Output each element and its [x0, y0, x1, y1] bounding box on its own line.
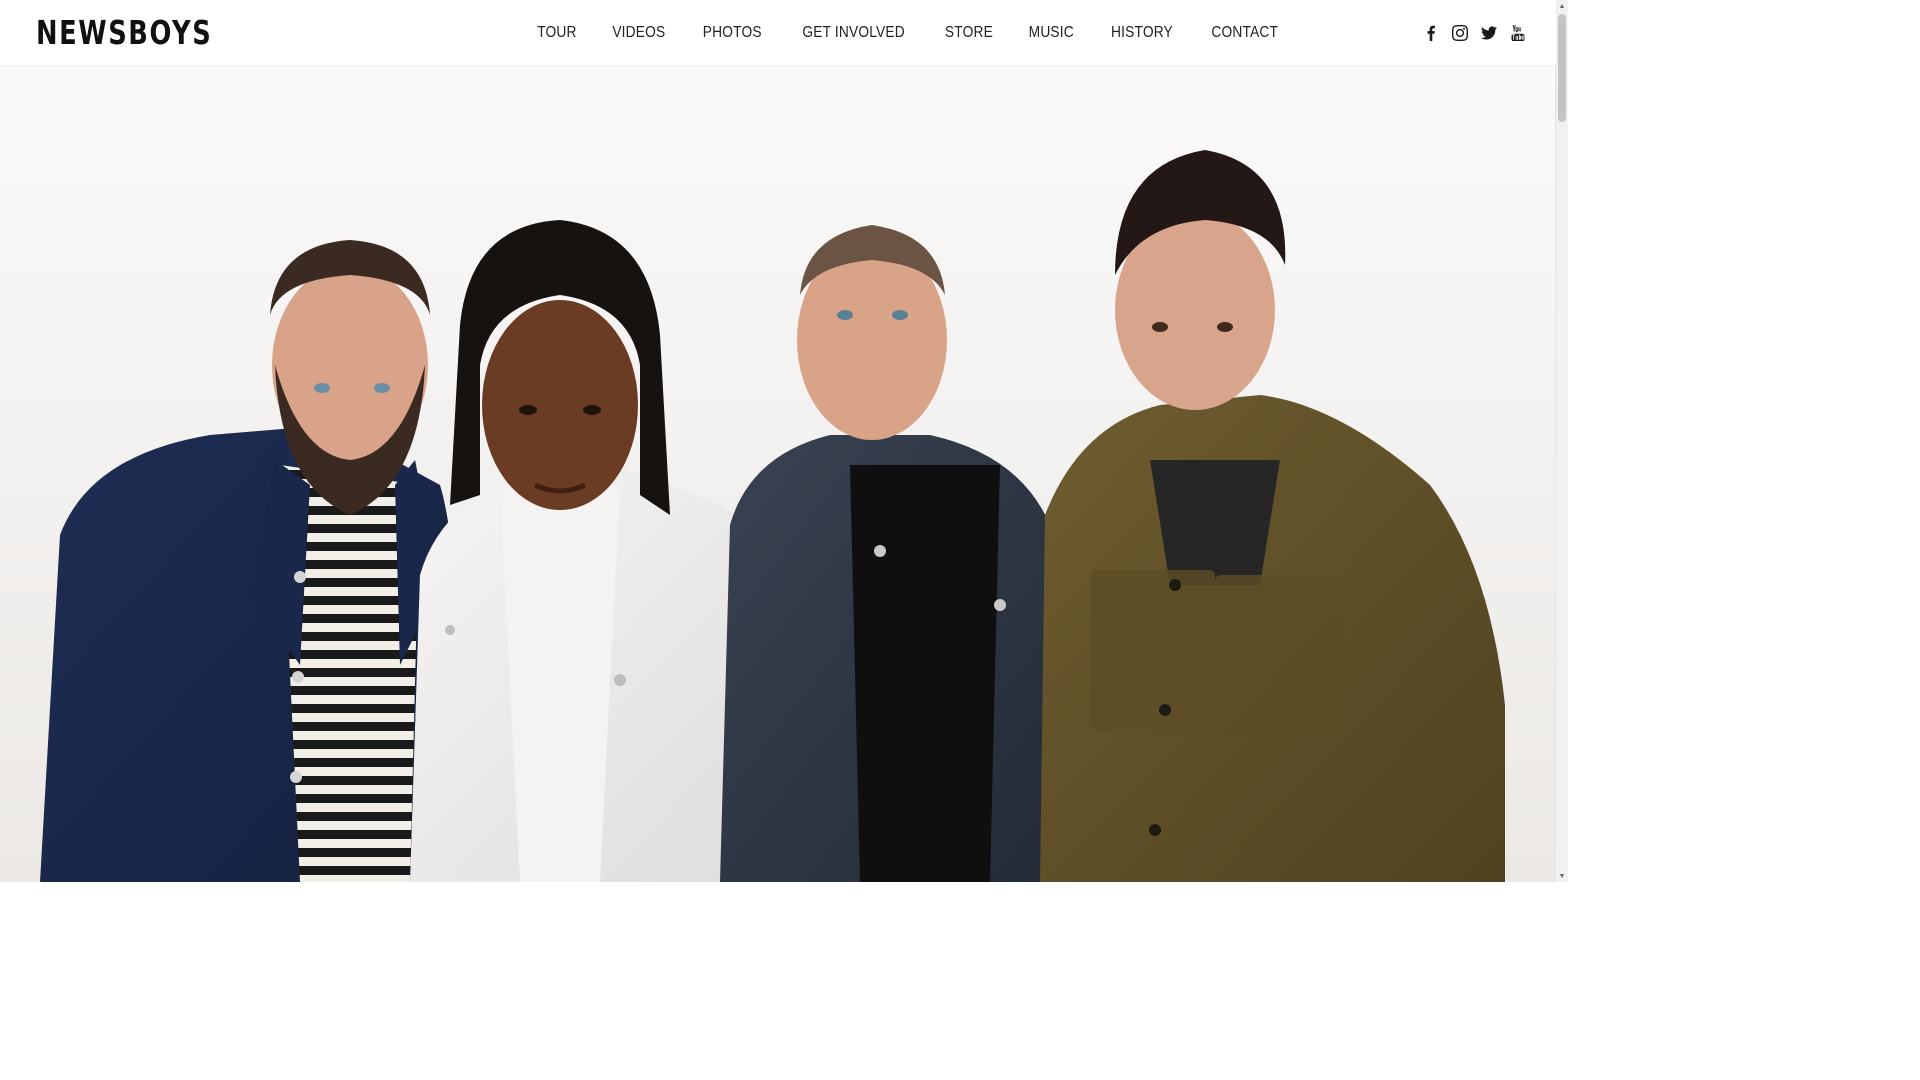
band-photo-illustration — [0, 65, 1556, 882]
nav-item-videos[interactable]: VIDEOS — [600, 24, 677, 42]
page-scrollbar[interactable]: ▲ ▼ — [1555, 0, 1568, 882]
site-logo[interactable]: NEWSBOYS — [36, 14, 212, 52]
site-header: NEWSBOYS TOUR VIDEOS PHOTOS GET INVOLVED… — [0, 0, 1556, 65]
twitter-icon[interactable] — [1481, 25, 1497, 41]
main-nav: TOUR VIDEOS PHOTOS GET INVOLVED STORE MU… — [520, 0, 1297, 65]
nav-item-tour[interactable]: TOUR — [525, 24, 589, 42]
scroll-up-arrow-icon[interactable]: ▲ — [1556, 0, 1568, 12]
facebook-icon[interactable] — [1423, 25, 1439, 41]
scroll-thumb[interactable] — [1558, 14, 1566, 122]
nav-item-music[interactable]: MUSIC — [1017, 24, 1086, 42]
nav-item-history[interactable]: HISTORY — [1099, 24, 1185, 42]
nav-item-photos[interactable]: PHOTOS — [690, 24, 773, 42]
social-links — [1423, 0, 1526, 65]
hero-band-photo — [0, 65, 1556, 882]
page: NEWSBOYS TOUR VIDEOS PHOTOS GET INVOLVED… — [0, 0, 1568, 882]
scroll-down-arrow-icon[interactable]: ▼ — [1556, 870, 1568, 882]
nav-item-store[interactable]: STORE — [933, 24, 1005, 42]
nav-item-get-involved[interactable]: GET INVOLVED — [790, 24, 917, 42]
nav-item-contact[interactable]: CONTACT — [1199, 24, 1290, 42]
youtube-icon[interactable] — [1510, 24, 1526, 41]
instagram-icon[interactable] — [1452, 24, 1468, 41]
